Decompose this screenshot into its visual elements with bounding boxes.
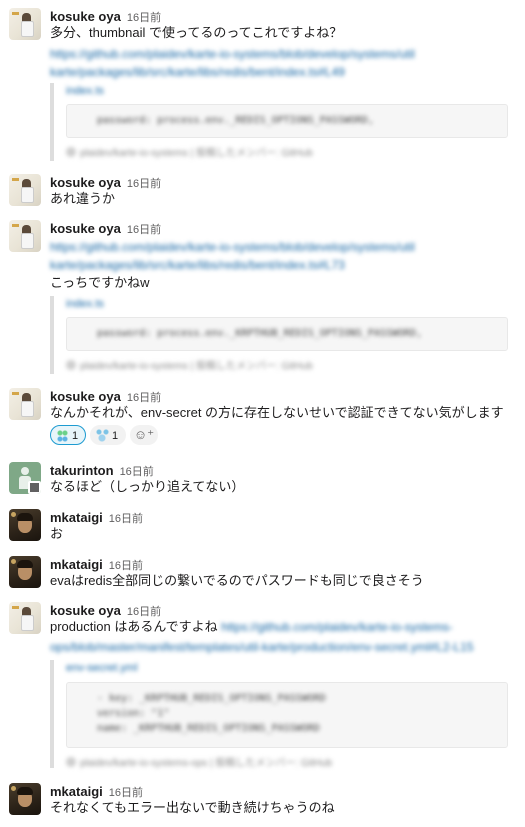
unfurl-title[interactable]: index.ts xyxy=(66,85,104,97)
timestamp[interactable]: 16日前 xyxy=(127,12,161,24)
timestamp[interactable]: 16日前 xyxy=(120,466,154,478)
username[interactable]: mkataigi xyxy=(50,557,103,572)
username[interactable]: mkataigi xyxy=(50,510,103,525)
username[interactable]: kosuke oya xyxy=(50,221,121,236)
sparkle-emoji-icon xyxy=(96,429,109,442)
avatar[interactable] xyxy=(9,220,41,252)
message-text: こっちですかねw xyxy=(50,275,150,290)
message-text: なんかそれが、env-secret の方に存在しないせいで認証できてない気がしま… xyxy=(50,405,504,420)
timestamp[interactable]: 16日前 xyxy=(127,606,161,618)
code-preview: password: process.env._KRPTHUB_REDIS_OPT… xyxy=(66,317,508,351)
presence-icon xyxy=(28,481,41,494)
avatar[interactable] xyxy=(9,509,41,541)
message-link[interactable]: https://github.com/plaidev/karte-io-syst… xyxy=(221,620,452,634)
link-unfurl: index.ts password: process.env._KRPTHUB_… xyxy=(50,296,508,374)
unfurl-title[interactable]: index.ts xyxy=(66,298,104,310)
username[interactable]: kosuke oya xyxy=(50,175,121,190)
add-reaction-button[interactable]: ☺⁺ xyxy=(130,425,158,445)
message-link[interactable]: ops/blob/master/manifest/templates/util-… xyxy=(50,638,512,656)
avatar[interactable] xyxy=(9,462,41,494)
timestamp[interactable]: 16日前 xyxy=(127,178,161,190)
message-link[interactable]: karte/packages/lib/src/karte/libs/redis/… xyxy=(50,256,390,274)
timestamp[interactable]: 16日前 xyxy=(127,392,161,404)
link-unfurl: index.ts password: process.env._REDIS_OP… xyxy=(50,83,508,161)
timestamp[interactable]: 16日前 xyxy=(109,787,143,799)
unfurl-title[interactable]: env-secret.yml xyxy=(66,662,138,674)
message-text: なるほど（しっかり追えてない） xyxy=(50,479,245,494)
github-icon xyxy=(66,757,76,767)
grid-emoji-icon xyxy=(56,429,69,442)
avatar[interactable] xyxy=(9,556,41,588)
message-link[interactable]: https://github.com/plaidev/karte-io-syst… xyxy=(50,238,450,256)
message-text: evaはredis全部同じの繋いでるのでパスワードも同じで良さそう xyxy=(50,573,424,588)
message-link[interactable]: https://github.com/plaidev/karte-io-syst… xyxy=(50,45,450,63)
timestamp[interactable]: 16日前 xyxy=(127,224,161,236)
avatar[interactable] xyxy=(9,783,41,815)
username[interactable]: mkataigi xyxy=(50,784,103,799)
message-text: あれ違うか xyxy=(50,191,116,206)
timestamp[interactable]: 16日前 xyxy=(109,513,143,525)
reaction-pill[interactable]: 1 xyxy=(90,425,126,445)
avatar[interactable] xyxy=(9,388,41,420)
avatar[interactable] xyxy=(9,8,41,40)
message-text: 多分、thumbnail で使ってるのってこれですよね？ xyxy=(50,25,343,40)
github-icon xyxy=(66,360,76,370)
username[interactable]: kosuke oya xyxy=(50,9,121,24)
message-text: production はあるんですよね https://github.com/p… xyxy=(50,619,453,634)
link-unfurl: env-secret.yml - key: _KRPTHUB_REDIS_OPT… xyxy=(50,660,508,769)
avatar[interactable] xyxy=(9,602,41,634)
username[interactable]: takurinton xyxy=(50,463,114,478)
unfurl-footer: plaidev/karte-io-systems-ops | 投稿したメンバー:… xyxy=(66,754,332,769)
username[interactable]: kosuke oya xyxy=(50,603,121,618)
timestamp[interactable]: 16日前 xyxy=(109,560,143,572)
add-reaction-icon: ☺⁺ xyxy=(133,427,155,442)
reaction-pill[interactable]: 1 xyxy=(50,425,86,445)
avatar[interactable] xyxy=(9,174,41,206)
code-preview: password: process.env._REDIS_OPTIONS_PAS… xyxy=(66,104,508,138)
github-icon xyxy=(66,147,76,157)
message-text: それなくてもエラー出ないで動き続けちゃうのね xyxy=(50,800,335,815)
message-text: お xyxy=(50,526,64,541)
unfurl-footer: plaidev/karte-io-systems | 投稿したメンバー: Git… xyxy=(66,357,313,372)
message-link[interactable]: karte/packages/lib/src/karte/libs/redis/… xyxy=(50,63,390,81)
code-preview: - key: _KRPTHUB_REDIS_OPTIONS_PASSWORD v… xyxy=(66,682,508,748)
username[interactable]: kosuke oya xyxy=(50,389,121,404)
unfurl-footer: plaidev/karte-io-systems | 投稿したメンバー: Git… xyxy=(66,144,313,159)
